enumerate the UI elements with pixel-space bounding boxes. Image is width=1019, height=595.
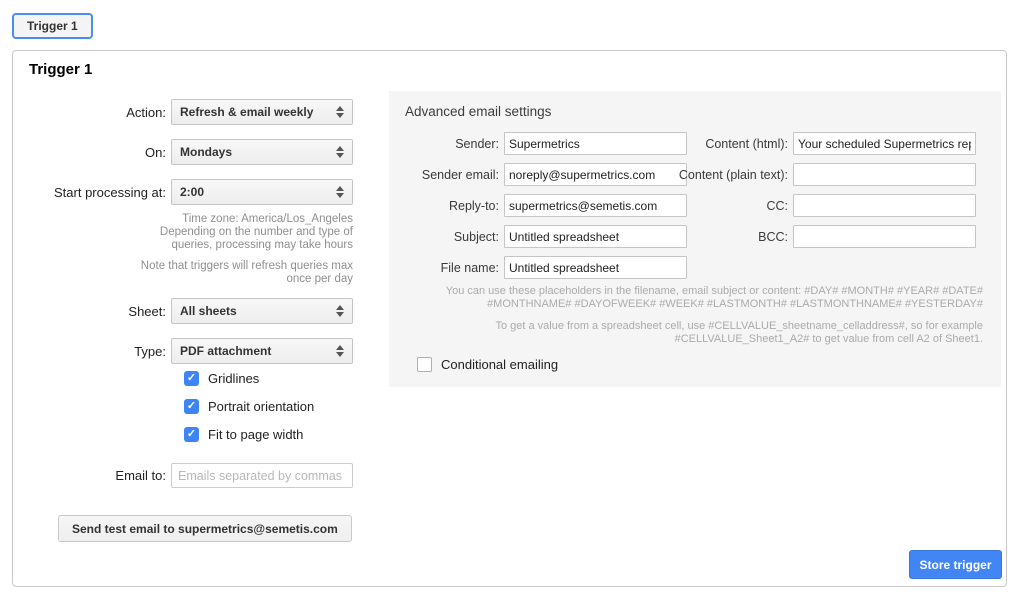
timezone-hint: Time zone: America/Los_Angeles Depending… [123, 213, 353, 252]
reply-to-row: Reply-to: [389, 194, 687, 217]
action-select[interactable]: Refresh & email weekly [171, 99, 353, 125]
updown-arrows-icon [336, 186, 344, 198]
cellvalue-note: To get a value from a spreadsheet cell, … [408, 320, 983, 346]
updown-arrows-icon [336, 106, 344, 118]
store-trigger-button[interactable]: Store trigger [909, 550, 1002, 579]
sender-input[interactable] [504, 132, 687, 155]
type-select-value: PDF attachment [180, 344, 336, 358]
gridlines-checkbox[interactable] [184, 371, 199, 386]
fit-to-page-width-label: Fit to page width [208, 427, 303, 442]
updown-arrows-icon [336, 305, 344, 317]
sheet-select[interactable]: All sheets [171, 298, 353, 324]
on-label: On: [21, 145, 166, 160]
email-to-input[interactable] [171, 463, 353, 488]
advanced-settings-title: Advanced email settings [405, 104, 551, 119]
bcc-label: BCC: [678, 230, 788, 244]
sheet-row: Sheet: All sheets [21, 298, 353, 324]
page-title: Trigger 1 [29, 61, 92, 78]
tab-trigger-1[interactable]: Trigger 1 [12, 13, 93, 39]
start-time-row: Start processing at: 2:00 [21, 179, 353, 205]
reply-to-input[interactable] [504, 194, 687, 217]
start-time-label: Start processing at: [21, 185, 166, 200]
portrait-orientation-checkbox[interactable] [184, 399, 199, 414]
gridlines-checkbox-row: Gridlines [184, 371, 259, 386]
conditional-emailing-label: Conditional emailing [441, 357, 558, 372]
send-test-email-button[interactable]: Send test email to supermetrics@semetis.… [58, 515, 352, 542]
sender-label: Sender: [389, 137, 499, 151]
file-name-input[interactable] [504, 256, 687, 279]
content-html-label: Content (html): [678, 137, 788, 151]
trigger-panel: Trigger 1 Action: Refresh & email weekly… [12, 50, 1007, 587]
fit-width-checkbox-row: Fit to page width [184, 427, 303, 442]
on-select[interactable]: Mondays [171, 139, 353, 165]
email-to-row: Email to: [21, 463, 353, 488]
sheet-label: Sheet: [21, 304, 166, 319]
action-select-value: Refresh & email weekly [180, 105, 336, 119]
file-name-label: File name: [389, 261, 499, 275]
subject-row: Subject: [389, 225, 687, 248]
start-time-select-value: 2:00 [180, 185, 336, 199]
fit-to-page-width-checkbox[interactable] [184, 427, 199, 442]
gridlines-label: Gridlines [208, 371, 259, 386]
updown-arrows-icon [336, 146, 344, 158]
on-select-value: Mondays [180, 145, 336, 159]
type-label: Type: [21, 344, 166, 359]
sender-email-input[interactable] [504, 163, 687, 186]
start-time-select[interactable]: 2:00 [171, 179, 353, 205]
subject-label: Subject: [389, 230, 499, 244]
conditional-emailing-checkbox[interactable] [417, 357, 432, 372]
type-row: Type: PDF attachment [21, 338, 353, 364]
on-row: On: Mondays [21, 139, 353, 165]
refresh-hint: Note that triggers will refresh queries … [123, 260, 353, 286]
placeholders-help: You can use these placeholders in the fi… [408, 285, 983, 346]
sender-email-row: Sender email: [389, 163, 687, 186]
content-plain-input[interactable] [793, 163, 976, 186]
action-label: Action: [21, 105, 166, 120]
bcc-row: BCC: [678, 225, 976, 248]
subject-input[interactable] [504, 225, 687, 248]
updown-arrows-icon [336, 345, 344, 357]
type-select[interactable]: PDF attachment [171, 338, 353, 364]
sender-email-label: Sender email: [389, 168, 499, 182]
sheet-select-value: All sheets [180, 304, 336, 318]
action-row: Action: Refresh & email weekly [21, 99, 353, 125]
content-html-input[interactable] [793, 132, 976, 155]
placeholders-note: You can use these placeholders in the fi… [408, 285, 983, 311]
advanced-email-settings-panel: Advanced email settings Sender: Sender e… [389, 91, 1001, 387]
reply-to-label: Reply-to: [389, 199, 499, 213]
portrait-checkbox-row: Portrait orientation [184, 399, 314, 414]
content-plain-label: Content (plain text): [678, 168, 788, 182]
portrait-orientation-label: Portrait orientation [208, 399, 314, 414]
sender-row: Sender: [389, 132, 687, 155]
cc-label: CC: [678, 199, 788, 213]
timezone-note: Time zone: America/Los_Angeles [123, 213, 353, 226]
processing-note: Depending on the number and type of quer… [123, 226, 353, 252]
refresh-note: Note that triggers will refresh queries … [123, 260, 353, 286]
bcc-input[interactable] [793, 225, 976, 248]
email-to-label: Email to: [21, 468, 166, 483]
content-plain-row: Content (plain text): [678, 163, 976, 186]
cc-input[interactable] [793, 194, 976, 217]
cc-row: CC: [678, 194, 976, 217]
conditional-emailing-row: Conditional emailing [417, 357, 558, 372]
content-html-row: Content (html): [678, 132, 976, 155]
file-name-row: File name: [389, 256, 687, 279]
